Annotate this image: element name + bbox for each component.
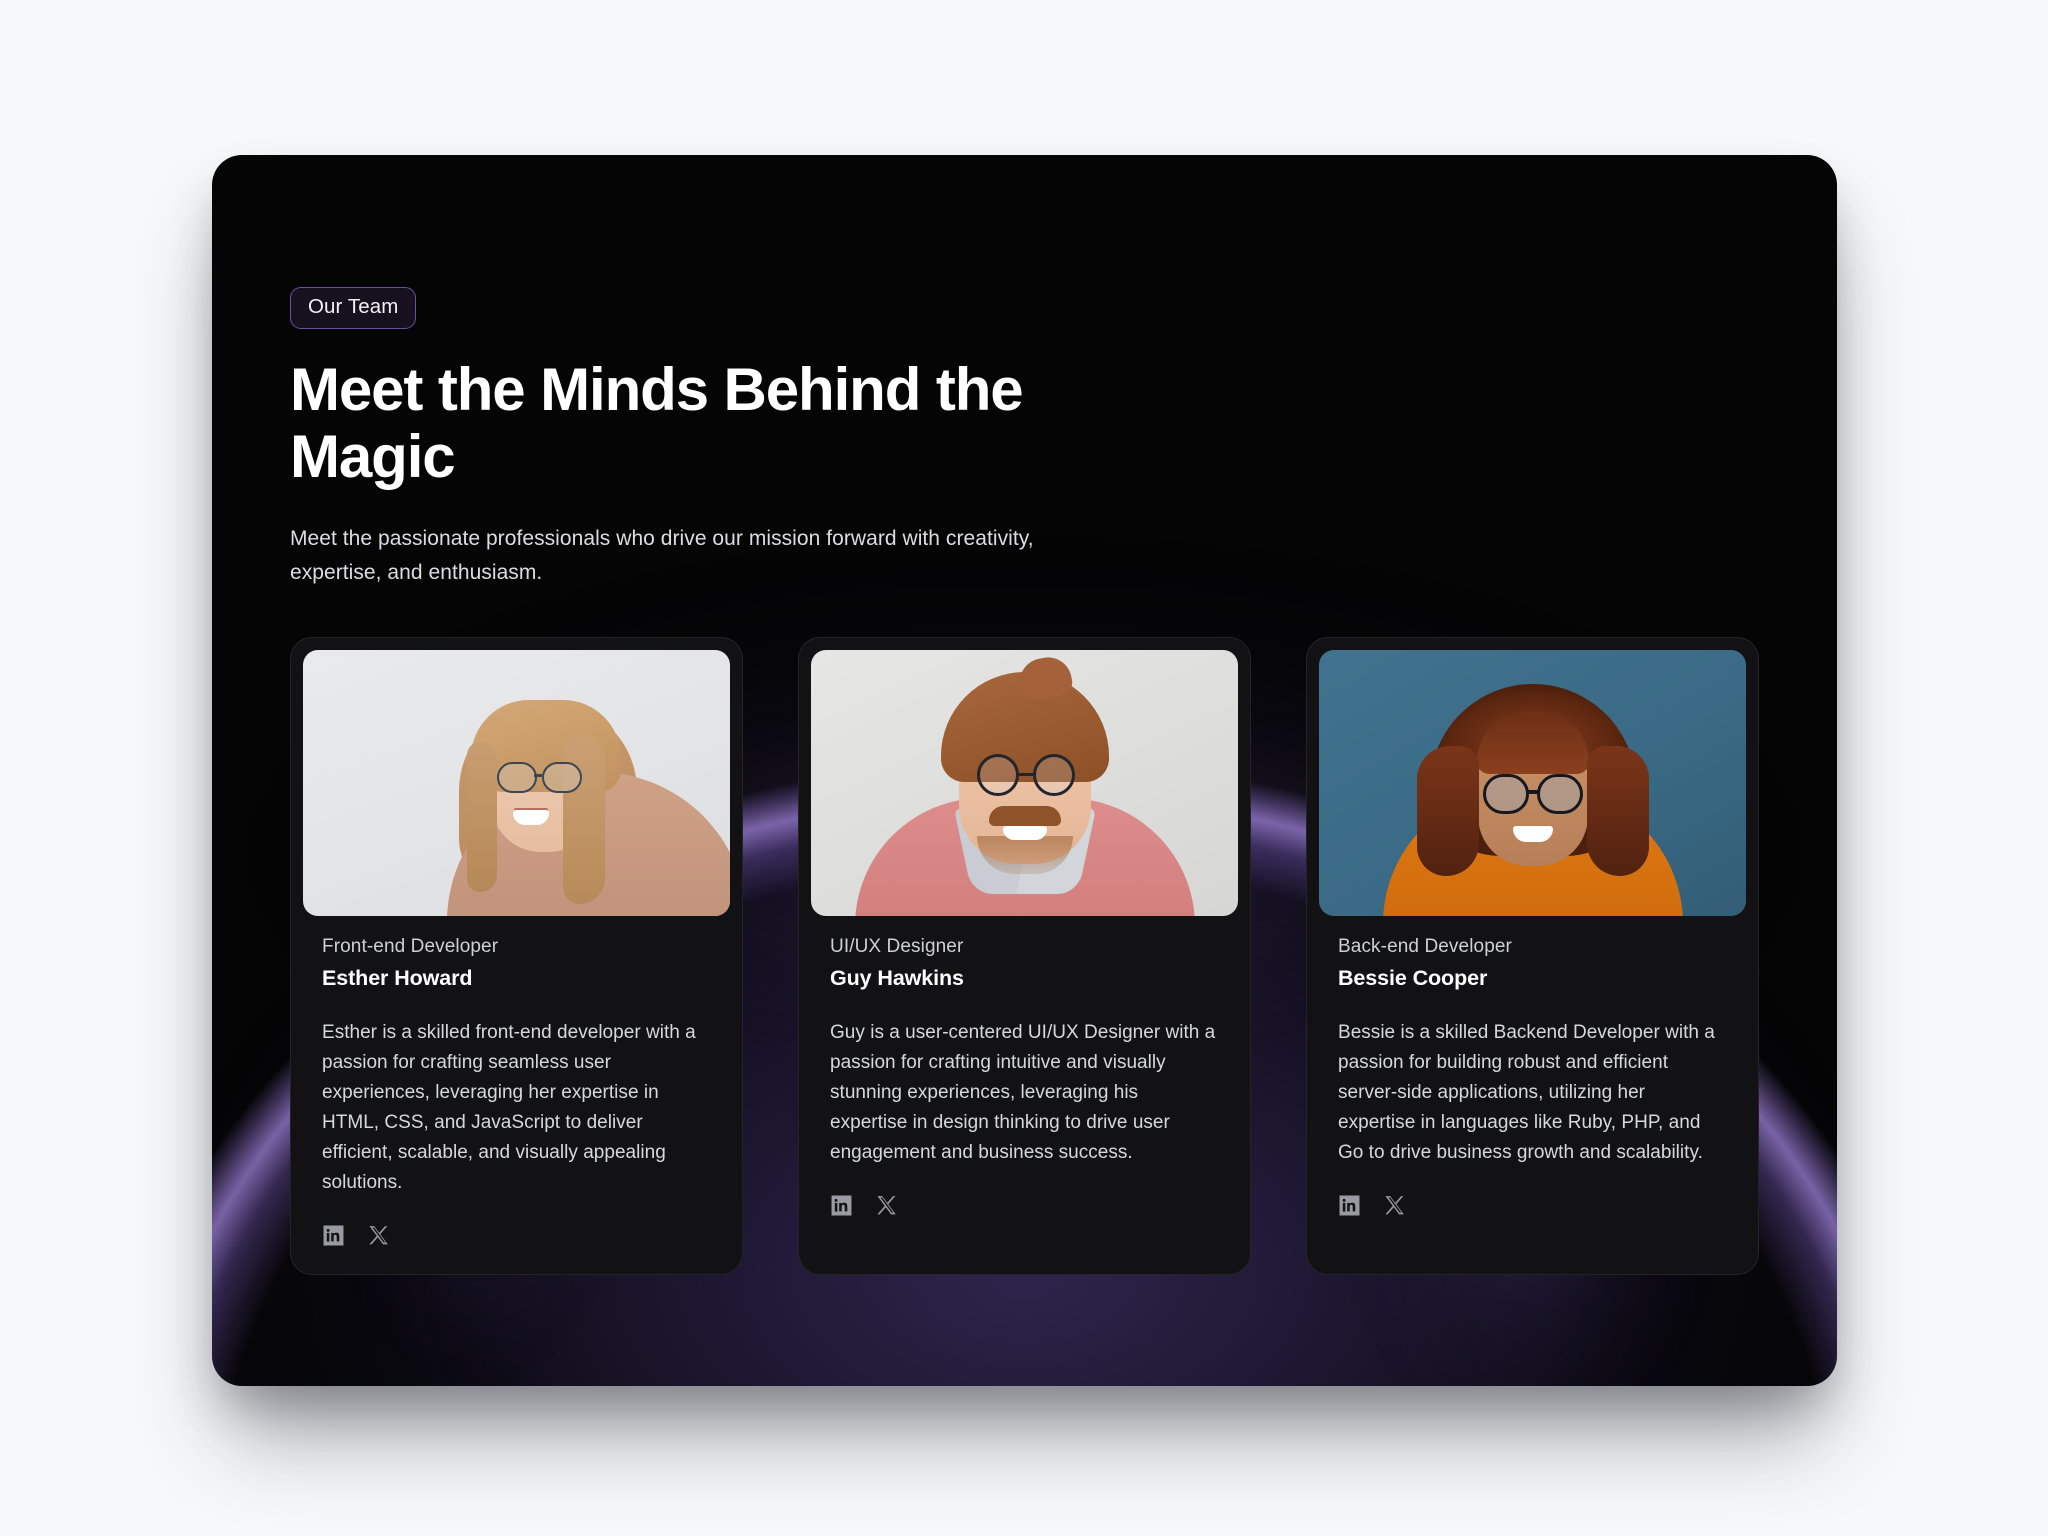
portrait-smile <box>1002 826 1047 841</box>
portrait-glasses-bridge <box>533 774 542 777</box>
section-header: Our Team Meet the Minds Behind the Magic… <box>212 155 1837 590</box>
linkedin-icon[interactable] <box>322 1224 345 1247</box>
portrait-glasses-left <box>976 754 1019 797</box>
section-subtitle: Meet the passionate professionals who dr… <box>290 527 1034 585</box>
member-bio: Guy is a user-centered UI/UX Designer wi… <box>830 1022 1216 1164</box>
member-info: Back-end Developer Bessie Cooper Bessie … <box>1319 916 1746 1244</box>
x-twitter-icon[interactable] <box>875 1194 898 1217</box>
portrait-glasses-right <box>1032 754 1075 797</box>
member-info: UI/UX Designer Guy Hawkins Guy is a user… <box>811 916 1238 1244</box>
member-bio: Esther is a skilled front-end developer … <box>322 1022 696 1194</box>
portrait-hair-side-left <box>1416 746 1479 877</box>
portrait-glasses-bridge <box>1526 790 1539 794</box>
team-card-list: Front-end Developer Esther Howard Esther… <box>212 637 1837 1276</box>
member-photo <box>811 650 1238 917</box>
member-role: Back-end Developer <box>1338 936 1512 958</box>
section-badge: Our Team <box>290 287 417 329</box>
member-info: Front-end Developer Esther Howard Esther… <box>303 916 730 1274</box>
portrait-hair-side-right <box>1586 746 1649 877</box>
portrait-hair-side-left <box>466 742 497 893</box>
linkedin-icon[interactable] <box>1338 1194 1361 1217</box>
member-social-links <box>1338 1194 1727 1244</box>
portrait-glasses-left <box>496 762 537 794</box>
member-social-links <box>322 1224 711 1274</box>
page-title: Meet the Minds Behind the Magic <box>290 355 1024 491</box>
linkedin-icon[interactable] <box>830 1194 853 1217</box>
portrait-glasses-right <box>541 762 582 794</box>
page-root: Our Team Meet the Minds Behind the Magic… <box>0 0 2048 1536</box>
member-social-links <box>830 1194 1219 1244</box>
member-name: Esther Howard <box>322 966 473 991</box>
member-photo <box>303 650 730 917</box>
member-bio: Bessie is a skilled Backend Developer wi… <box>1338 1022 1715 1164</box>
member-role: Front-end Developer <box>322 936 499 958</box>
portrait-glasses-bridge <box>1017 773 1034 777</box>
team-member-card[interactable]: UI/UX Designer Guy Hawkins Guy is a user… <box>798 637 1251 1276</box>
portrait-glasses-right <box>1536 774 1583 815</box>
portrait-glasses-left <box>1482 774 1529 815</box>
portrait-smile <box>512 810 549 826</box>
member-name: Guy Hawkins <box>830 966 964 991</box>
member-role: UI/UX Designer <box>830 936 964 958</box>
portrait-mustache <box>988 806 1061 827</box>
team-section-panel: Our Team Meet the Minds Behind the Magic… <box>212 155 1837 1386</box>
team-member-card[interactable]: Back-end Developer Bessie Cooper Bessie … <box>1306 637 1759 1276</box>
x-twitter-icon[interactable] <box>1383 1194 1406 1217</box>
portrait-smile <box>1512 826 1553 843</box>
team-member-card[interactable]: Front-end Developer Esther Howard Esther… <box>290 637 743 1276</box>
member-name: Bessie Cooper <box>1338 966 1488 991</box>
x-twitter-icon[interactable] <box>367 1224 390 1247</box>
member-photo <box>1319 650 1746 917</box>
